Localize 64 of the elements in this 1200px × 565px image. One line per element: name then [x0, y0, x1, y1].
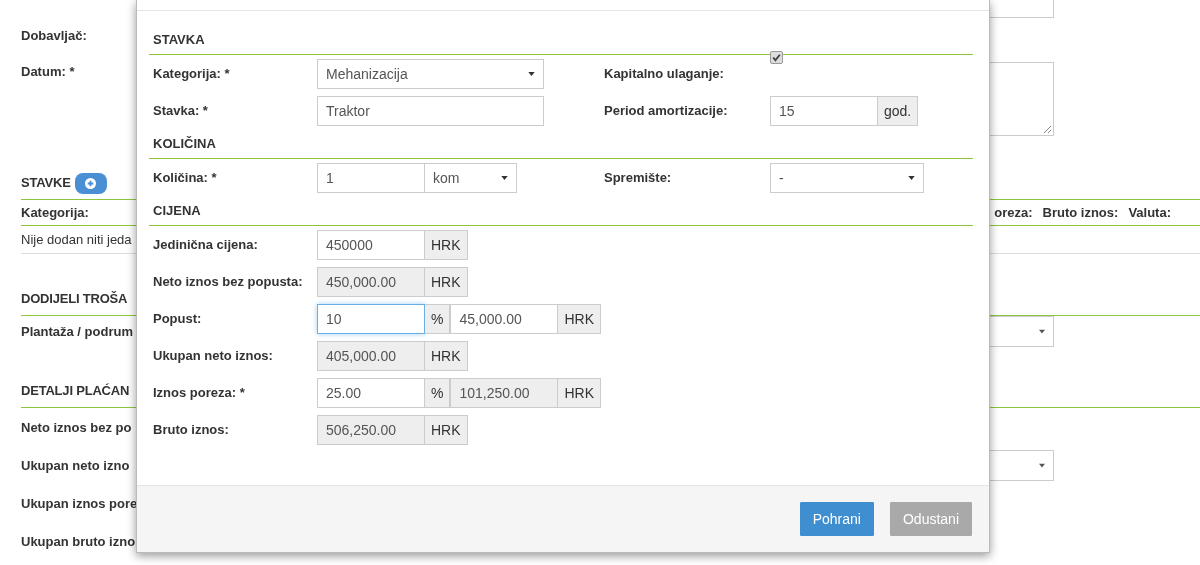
unit-label: HRK [558, 303, 601, 334]
caret-icon [908, 175, 915, 180]
input-field[interactable]: 25.00 [317, 377, 425, 408]
field-label: Dobavljač: [21, 27, 87, 43]
field-label: Ukupan neto iznos: [152, 348, 274, 363]
unit-label: % [425, 303, 451, 334]
section-title: KOLIČINA [149, 135, 973, 159]
resize-grip-icon[interactable] [1043, 125, 1051, 133]
field-label: Količina: * [152, 170, 218, 185]
input-field[interactable]: 45,000.00 [450, 303, 559, 334]
save-button[interactable]: Pohrani [799, 502, 874, 536]
input-field[interactable]: 10 [317, 303, 425, 334]
caret-icon [528, 71, 535, 76]
field-label: Plantaža / podrum [21, 323, 133, 339]
field-label: Ukupan iznos pore [21, 495, 138, 511]
section-title: CIJENA [149, 202, 973, 226]
unit-label: % [425, 377, 451, 408]
caret-icon [1039, 328, 1045, 334]
empty-message: Nije dodan niti jeda [21, 232, 132, 247]
input-field: 506,250.00 [317, 414, 425, 445]
section-title: STAVKE [21, 174, 71, 192]
field-label: Jedinična cijena: [152, 237, 259, 252]
input-field[interactable]: Traktor [317, 95, 544, 126]
field-label: Kapitalno ulaganje: [603, 66, 725, 81]
unit-label: HRK [425, 340, 468, 371]
unit-label: HRK [425, 414, 468, 445]
input-field: 101,250.00 [450, 377, 559, 408]
unit-label: HRK [558, 377, 601, 408]
unit-label: HRK [425, 266, 468, 297]
unit-label: HRK [425, 229, 468, 260]
field-label: Neto iznos bez popusta: [152, 274, 304, 289]
section-title: DETALJI PLAĆAN [21, 382, 130, 400]
cancel-button: Odustani [889, 502, 972, 536]
plus-circle-icon [85, 177, 97, 189]
field-label: Popust: [152, 311, 203, 326]
column-header: Kategorija: [21, 205, 89, 220]
input-field: 450,000.00 [317, 266, 425, 297]
field-label: Period amortizacije: [603, 103, 729, 118]
field-label: Kategorija: * [152, 66, 231, 81]
input-field[interactable]: 15 [770, 95, 878, 126]
unit-label: god. [878, 95, 919, 126]
field-label: Spremište: [603, 170, 673, 185]
unit-select[interactable]: kom [425, 162, 517, 193]
section-title: STAVKA [149, 31, 973, 55]
select-field[interactable]: - [770, 162, 924, 193]
field-label: Datum: * [21, 63, 75, 81]
field-label: Bruto iznos: [152, 422, 230, 437]
input-field[interactable]: 450000 [317, 229, 425, 260]
checkbox[interactable] [770, 50, 783, 64]
field-label: Iznos poreza: * [152, 385, 246, 400]
input-field: 405,000.00 [317, 340, 425, 371]
field-label: Ukupan bruto izno [21, 533, 136, 549]
caret-icon [1039, 462, 1045, 468]
field-label: Ukupan neto izno [21, 457, 130, 473]
caret-icon [501, 175, 508, 180]
section-title: DODIJELI TROŠA [21, 290, 128, 308]
input-field[interactable]: 1 [317, 162, 425, 193]
column-header: Valuta: [1128, 205, 1171, 220]
column-header: Bruto iznos: [1042, 205, 1119, 220]
add-button[interactable] [74, 172, 107, 194]
field-label: Stavka: * [152, 103, 209, 118]
field-label: Neto iznos bez po [21, 419, 132, 435]
select-field[interactable]: Mehanizacija [317, 58, 544, 89]
column-header: oreza: [994, 205, 1033, 220]
